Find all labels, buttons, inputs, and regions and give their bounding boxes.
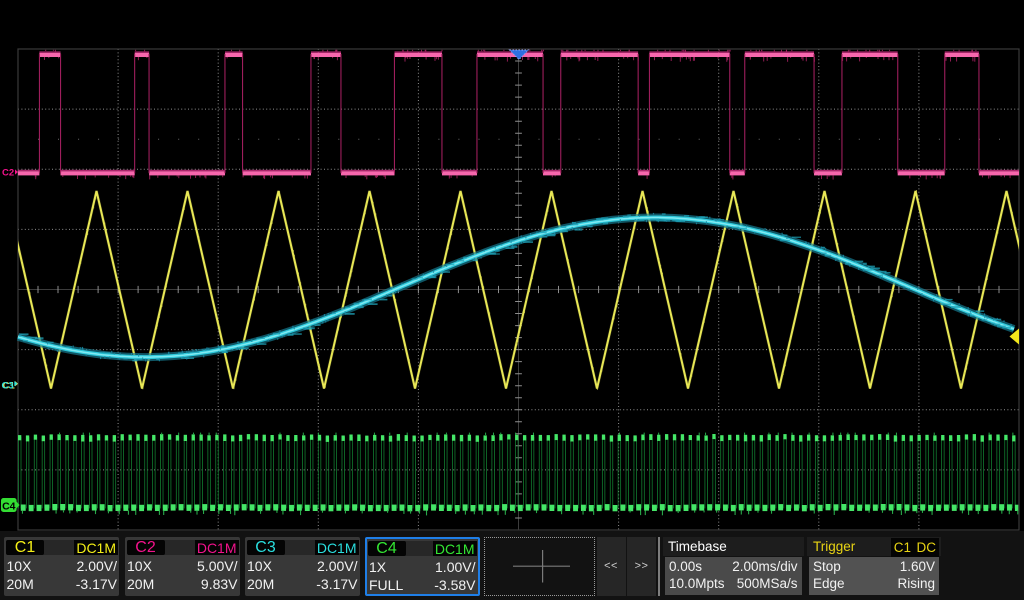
svg-text:C2: C2 [2, 168, 14, 179]
svg-text:C3: C3 [2, 380, 14, 391]
svg-text:C4: C4 [2, 500, 16, 512]
